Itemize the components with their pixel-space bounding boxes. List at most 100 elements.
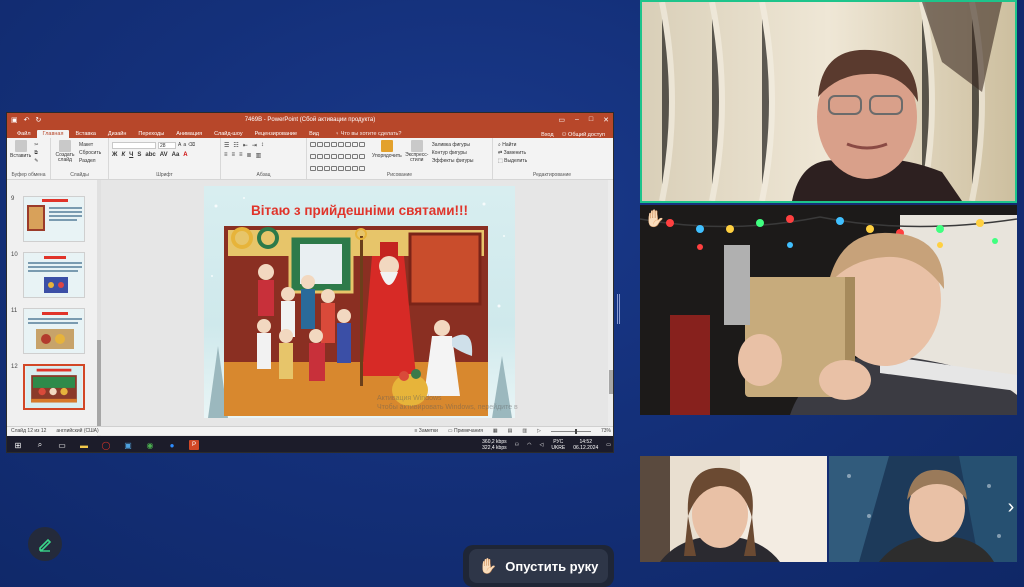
align-right-icon[interactable]: ≡ [239,152,243,159]
current-slide[interactable]: Вітаю з прийдешніми святами!!! [204,186,515,418]
maximize-icon[interactable]: □ [589,116,593,124]
chrome-icon[interactable]: ◉ [145,440,155,450]
numbering-icon[interactable]: ☷ [233,142,238,149]
layout-splitter[interactable] [617,294,621,324]
tab-home[interactable]: Главная [36,130,70,138]
italic-icon[interactable]: К [121,152,125,158]
language-indicator[interactable]: английский (США) [56,428,98,434]
tab-transitions[interactable]: Переходы [132,130,170,138]
tab-design[interactable]: Дизайн [102,130,133,138]
ppt-titlebar: ▣ ↶ ↻ 7469В - PowerPoint (Сбой активации… [7,113,613,127]
font-size-select[interactable]: 28 [158,142,176,149]
format-painter-icon[interactable]: ✎ [34,158,38,164]
shared-screen: ▣ ↶ ↻ 7469В - PowerPoint (Сбой активации… [6,112,614,453]
thumbnail-slide-9[interactable]: 9 [11,196,95,244]
group-label-font: Шрифт [156,172,173,178]
indent-more-icon[interactable]: ⇥ [252,142,257,149]
font-name-select[interactable] [112,142,156,149]
tray-volume-icon[interactable]: ◁ [539,442,543,448]
reset-button[interactable]: Сбросить [79,150,101,156]
video-tile-participant-4[interactable] [829,456,1017,562]
replace-button[interactable]: ⇄ Заменить [498,150,527,156]
tab-slideshow[interactable]: Слайд-шоу [208,130,249,138]
annotate-button[interactable] [28,527,62,561]
ribbon: Вставить ✂ ⧉ ✎ Буфер обмена Создать слай… [7,138,613,180]
select-button[interactable]: ⬚ Выделить [498,158,527,164]
shadow-icon[interactable]: S [137,152,141,158]
video-tile-active-speaker[interactable] [640,0,1017,203]
slideshow-view-icon[interactable]: ▷ [537,428,541,434]
comments-button[interactable]: ▭ Примечания [448,428,483,434]
tab-review[interactable]: Рецензирование [249,130,303,138]
font-color-icon[interactable]: A [183,152,187,158]
thumbnail-slide-11[interactable]: 11 [11,308,95,356]
notifications-icon[interactable]: ▭ [606,442,611,448]
shape-outline-button[interactable]: Контур фигуры [432,150,474,156]
powerpoint-app-icon[interactable]: P [189,440,199,450]
chevron-right-icon[interactable]: › [1004,496,1018,519]
lower-hand-button[interactable]: ✋🏻 Опустить руку [463,545,614,587]
explorer-icon[interactable]: ▬ [79,440,89,450]
tell-me-input[interactable]: ♀ Что вы хотите сделать? [331,130,405,138]
bold-icon[interactable]: Ж [112,152,117,158]
tab-view[interactable]: Вид [303,130,325,138]
slide-editing-pane: Вітаю з прийдешніми святами!!! [101,180,613,437]
sorter-view-icon[interactable]: ▤ [508,428,513,434]
zoom-app-icon[interactable]: ● [167,440,177,450]
notes-button[interactable]: ≡ Заметки [414,428,437,434]
align-center-icon[interactable]: ≡ [232,152,236,159]
minimize-icon[interactable]: – [575,116,579,124]
thumbnail-image [23,252,85,298]
align-left-icon[interactable]: ≡ [224,152,228,159]
section-button[interactable]: Раздел [79,158,101,164]
slide-scrollbar[interactable] [608,180,613,437]
windows-start-icon[interactable]: ⊞ [13,440,23,450]
thumbnail-slide-12[interactable]: 12 [11,364,95,412]
close-icon[interactable]: ✕ [603,116,609,124]
video-tile-participant-3[interactable] [640,456,827,562]
columns-icon[interactable]: ▥ [256,152,262,159]
underline-icon[interactable]: Ч [129,152,133,158]
justify-icon[interactable]: ≣ [247,152,252,159]
normal-view-icon[interactable]: ▦ [493,428,498,434]
indent-less-icon[interactable]: ⇤ [243,142,248,149]
copy-icon[interactable]: ⧉ [34,150,38,156]
tab-insert[interactable]: Вставка [69,130,101,138]
clipboard-icon [14,140,27,152]
cut-icon[interactable]: ✂ [34,142,38,148]
task-view-icon[interactable]: ▭ [57,440,67,450]
clock[interactable]: 14:52 06.12.2024 [573,439,598,451]
spacing-icon[interactable]: AV [160,152,168,158]
strike-icon[interactable]: abc [145,152,155,158]
shape-fill-button[interactable]: Заливка фигуры [432,142,474,148]
layout-button[interactable]: Макет [79,142,101,148]
tab-file[interactable]: Файл [11,130,37,138]
clear-format-icon[interactable]: ⌫ [188,142,195,149]
keyboard-language[interactable]: РУС UKRE [551,439,565,451]
store-icon[interactable]: ▣ [123,440,133,450]
search-icon[interactable]: ⌕ [35,440,45,450]
line-spacing-icon[interactable]: ↕ [261,142,264,149]
tray-wifi-icon[interactable]: ◠ [527,442,531,448]
tab-animations[interactable]: Анимация [170,130,208,138]
participant-video [642,2,1015,201]
grow-font-icon[interactable]: A [178,142,181,149]
shape-effects-button[interactable]: Эффекты фигуры [432,158,474,164]
thumbnail-slide-10[interactable]: 10 [11,252,95,300]
thumbnail-image-selected [23,364,85,410]
shrink-font-icon[interactable]: a [183,142,186,149]
system-tray: 360,2 kbps 322,4 kbps ⚇ ◠ ◁ РУС UKRE 14:… [482,439,613,451]
tray-people-icon[interactable]: ⚇ [515,442,519,448]
participant-video [640,456,827,562]
ribbon-options-icon[interactable]: ▭ [558,116,565,124]
video-tile-participant-2[interactable] [640,205,1017,415]
case-icon[interactable]: Aa [172,152,180,158]
ppt-statusbar: Слайд 12 из 12 английский (США) ≡ Заметк… [7,426,613,435]
zoom-level[interactable]: 73% [601,428,611,434]
find-button[interactable]: ⌕ Найти [498,142,527,148]
bullets-icon[interactable]: ☰ [224,142,229,149]
zoom-slider[interactable] [550,428,591,434]
slide-title[interactable]: Вітаю з прийдешніми святами!!! [204,203,515,218]
reading-view-icon[interactable]: ▥ [522,428,527,434]
opera-icon[interactable]: ◯ [101,440,111,450]
